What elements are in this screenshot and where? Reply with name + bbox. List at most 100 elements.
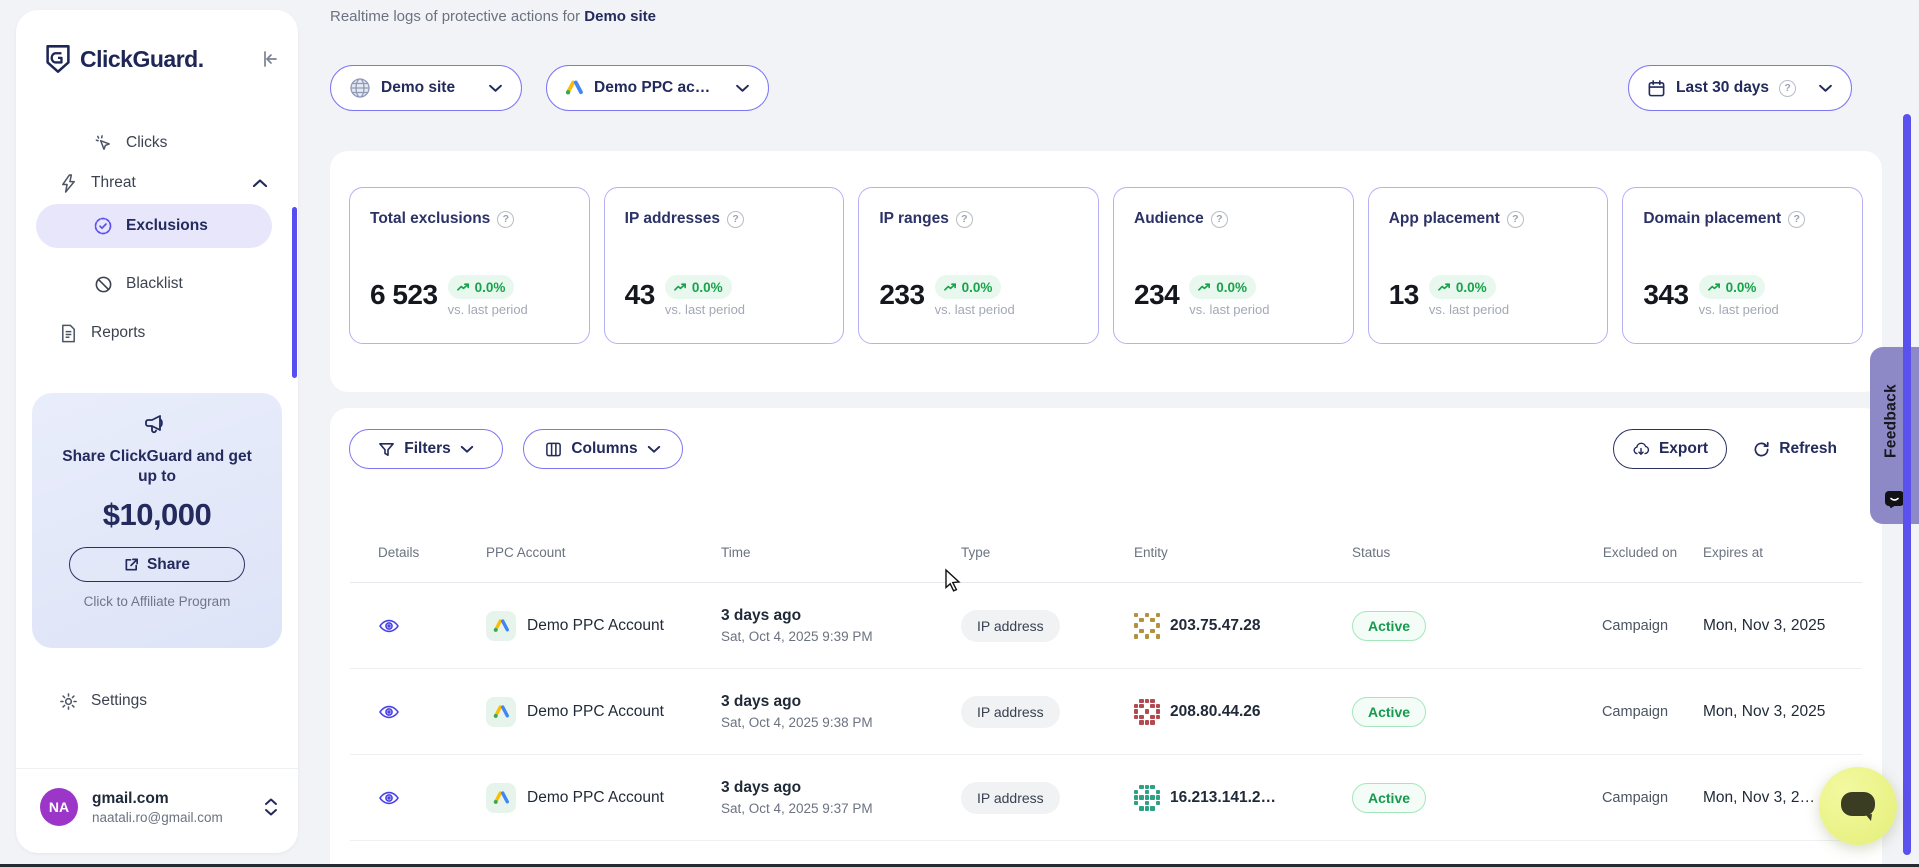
chevron-down-icon <box>647 445 661 454</box>
site-selector-value: Demo site <box>381 79 455 97</box>
refresh-icon <box>1753 441 1770 458</box>
time-cell: 3 days agoSat, Oct 4, 2025 9:38 PM <box>721 693 961 730</box>
trend-note: vs. last period <box>935 302 1015 317</box>
site-selector[interactable]: Demo site <box>330 65 522 111</box>
ppc-account-selector[interactable]: Demo PPC ac… <box>546 65 769 111</box>
entity-identicon <box>1134 785 1160 811</box>
column-header: Time <box>721 545 961 560</box>
chevron-down-icon <box>1818 84 1833 93</box>
subtitle-site-name: Demo site <box>584 8 656 25</box>
funnel-icon <box>378 441 395 458</box>
stat-value: 13 <box>1389 275 1419 315</box>
feedback-tab[interactable]: Feedback <box>1870 347 1919 524</box>
calendar-icon <box>1647 79 1666 98</box>
stat-label-text: Domain placement <box>1643 210 1781 228</box>
column-header: Type <box>961 545 1134 560</box>
gear-icon <box>58 692 78 711</box>
trend-up-badge: 0.0% <box>665 275 732 299</box>
trend-up-icon <box>674 282 687 292</box>
sidebar: ClickGuard. Clicks Threat <box>16 10 298 853</box>
export-button[interactable]: Export <box>1613 429 1727 469</box>
feedback-chat-icon <box>1884 489 1905 510</box>
type-chip: IP address <box>961 610 1060 642</box>
ppc-account-cell: Demo PPC Account <box>486 697 721 727</box>
filters-button-label: Filters <box>404 440 451 458</box>
sidebar-item-exclusions[interactable]: Exclusions <box>36 204 272 248</box>
sidebar-item-clicks[interactable]: Clicks <box>93 128 167 158</box>
page-scrollbar[interactable] <box>1903 114 1911 855</box>
ppc-account-selector-value: Demo PPC ac… <box>594 79 710 97</box>
date-range-value: Last 30 days <box>1676 79 1769 97</box>
trend-up-badge: 0.0% <box>448 275 515 299</box>
time-relative: 3 days ago <box>721 779 961 797</box>
time-relative: 3 days ago <box>721 693 961 711</box>
table-body: Demo PPC Account3 days agoSat, Oct 4, 20… <box>350 583 1862 867</box>
filters-button[interactable]: Filters <box>349 429 503 469</box>
stat-trend: 0.0%vs. last period <box>665 275 745 317</box>
stat-trend: 0.0%vs. last period <box>448 275 528 317</box>
cloud-download-icon <box>1632 441 1650 458</box>
trend-up-badge: 0.0% <box>935 275 1002 299</box>
excluded-on-cell: Campaign <box>1577 704 1703 720</box>
trend-note: vs. last period <box>1189 302 1269 317</box>
ppc-account-name: Demo PPC Account <box>527 789 664 807</box>
stat-value-row: 6 5230.0%vs. last period <box>370 275 528 317</box>
sidebar-item-settings[interactable]: Settings <box>58 686 147 716</box>
stat-value-row: 430.0%vs. last period <box>625 275 745 317</box>
expires-at-cell: Mon, Nov 3, 2025 <box>1703 703 1862 721</box>
sidebar-collapse-icon[interactable] <box>260 49 280 69</box>
stat-card: IP ranges?2330.0%vs. last period <box>858 187 1099 344</box>
details-cell <box>350 617 486 635</box>
stat-value-row: 2340.0%vs. last period <box>1134 275 1269 317</box>
sidebar-item-reports[interactable]: Reports <box>58 318 145 348</box>
view-details-eye-icon[interactable] <box>378 617 486 635</box>
chevron-up-down-icon[interactable] <box>264 797 278 817</box>
entity-identicon <box>1134 613 1160 639</box>
stat-label: Total exclusions? <box>370 210 569 228</box>
view-details-eye-icon[interactable] <box>378 789 486 807</box>
stat-label: Domain placement? <box>1643 210 1842 228</box>
help-icon: ? <box>1779 80 1796 97</box>
page-subtitle: Realtime logs of protective actions for … <box>330 8 656 25</box>
date-range-selector[interactable]: Last 30 days ? <box>1628 65 1852 111</box>
column-header: Excluded on <box>1577 544 1703 561</box>
refresh-button[interactable]: Refresh <box>1753 429 1837 469</box>
promo-amount: $10,000 <box>32 497 282 533</box>
trend-value: 0.0% <box>962 280 993 295</box>
stat-label: IP ranges? <box>879 210 1078 228</box>
columns-button[interactable]: Columns <box>523 429 683 469</box>
type-cell: IP address <box>961 782 1134 814</box>
chat-bubble-icon <box>1838 788 1878 824</box>
promo-title: Share ClickGuard and get up to <box>32 447 282 487</box>
stat-value: 43 <box>625 275 655 315</box>
refresh-button-label: Refresh <box>1779 440 1837 458</box>
affiliate-promo-card[interactable]: Share ClickGuard and get up to $10,000 S… <box>32 393 282 648</box>
badge-check-icon <box>93 216 113 236</box>
sidebar-item-label: Blacklist <box>126 275 183 293</box>
time-relative: 3 days ago <box>721 607 961 625</box>
entity-cell: 208.80.44.26 <box>1134 699 1352 725</box>
chevron-down-icon <box>735 84 750 93</box>
chat-launcher-button[interactable] <box>1819 767 1897 845</box>
trend-value: 0.0% <box>475 280 506 295</box>
column-header: Details <box>350 545 486 560</box>
stats-panel: Total exclusions? 6 5230.0%vs. last perio… <box>330 151 1882 392</box>
sidebar-item-label: Reports <box>91 324 145 342</box>
account-switcher[interactable]: NA gmail.com naatali.ro@gmail.com <box>40 785 278 829</box>
column-header: PPC Account <box>486 545 721 560</box>
ban-icon <box>93 275 113 294</box>
stat-value: 234 <box>1134 275 1179 315</box>
trend-up-icon <box>944 282 957 292</box>
sidebar-item-blacklist[interactable]: Blacklist <box>93 269 183 299</box>
share-button[interactable]: Share <box>69 547 245 582</box>
sidebar-item-threat[interactable]: Threat <box>58 168 268 198</box>
view-details-eye-icon[interactable] <box>378 703 486 721</box>
columns-button-label: Columns <box>571 440 637 458</box>
user-email: naatali.ro@gmail.com <box>92 810 223 825</box>
help-icon: ? <box>727 211 744 228</box>
chevron-up-icon[interactable] <box>252 178 268 188</box>
stat-label-text: Total exclusions <box>370 210 490 228</box>
sidebar-scrollbar[interactable] <box>292 207 297 378</box>
megaphone-icon <box>32 413 282 437</box>
time-absolute: Sat, Oct 4, 2025 9:39 PM <box>721 629 961 644</box>
